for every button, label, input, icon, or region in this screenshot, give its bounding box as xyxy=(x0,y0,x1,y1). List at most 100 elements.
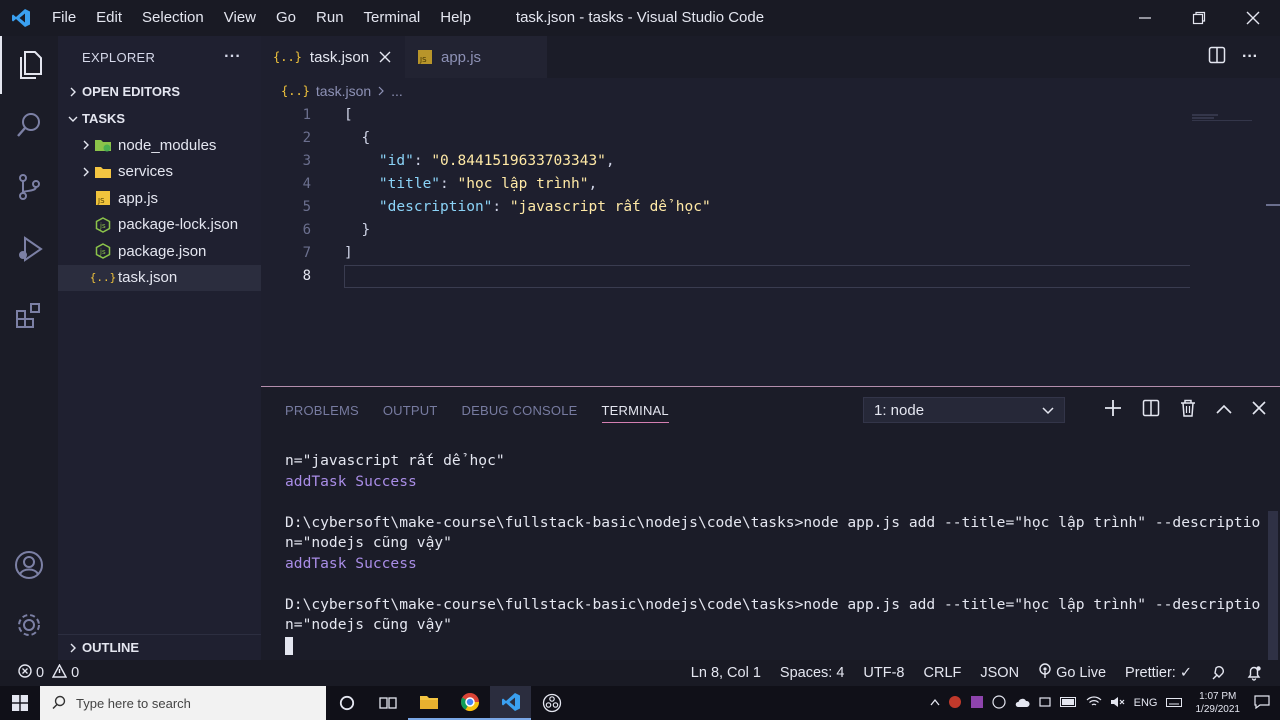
obs-icon[interactable] xyxy=(531,686,572,720)
explorer-files-icon[interactable] xyxy=(0,36,58,94)
menu-view[interactable]: View xyxy=(214,0,266,36)
terminal-select-value: 1: node xyxy=(874,401,925,419)
tray-app-icon[interactable] xyxy=(970,695,984,712)
tree-item-label: task.json xyxy=(118,269,178,287)
indentation[interactable]: Spaces: 4 xyxy=(780,665,845,681)
tab-output[interactable]: OUTPUT xyxy=(383,387,438,433)
tab-problems[interactable]: PROBLEMS xyxy=(285,387,359,433)
wifi-icon[interactable] xyxy=(1086,695,1102,711)
split-terminal-icon[interactable] xyxy=(1142,399,1160,422)
close-window-button[interactable] xyxy=(1226,0,1280,36)
json-string: "javascript rất dể học" xyxy=(509,199,711,215)
tasks-folder-section[interactable]: TASKS xyxy=(58,105,261,132)
chevron-up-icon[interactable] xyxy=(930,697,940,709)
tab-task-json[interactable]: {..} task.json xyxy=(261,36,405,78)
feedback-icon[interactable] xyxy=(1211,665,1227,681)
code-token: } xyxy=(344,222,371,238)
outline-section[interactable]: OUTLINE xyxy=(58,634,261,660)
terminal-scrollbar[interactable] xyxy=(1268,511,1278,661)
tab-debug-console[interactable]: DEBUG CONSOLE xyxy=(462,387,578,433)
svg-text:JS: JS xyxy=(97,197,105,205)
volume-muted-icon[interactable] xyxy=(1110,696,1126,711)
code-token: { xyxy=(344,130,371,146)
restore-button[interactable] xyxy=(1172,0,1226,36)
cloud-icon[interactable] xyxy=(1014,696,1030,711)
taskbar-search[interactable]: Type here to search xyxy=(40,686,326,720)
tree-item-package-lock[interactable]: js package-lock.json xyxy=(58,212,261,239)
svg-text:js: js xyxy=(99,222,106,230)
tray-app-icon[interactable] xyxy=(948,695,962,712)
vscode-logo-icon[interactable] xyxy=(0,0,42,36)
system-clock[interactable]: 1:07 PM 1/29/2021 xyxy=(1190,690,1247,716)
json-key: "title" xyxy=(378,176,441,192)
terminal-output[interactable]: n="javascript rất dể học" addTask Succes… xyxy=(285,451,1260,656)
split-editor-icon[interactable] xyxy=(1208,46,1226,69)
go-live-button[interactable]: Go Live xyxy=(1038,663,1106,683)
tab-terminal[interactable]: TERMINAL xyxy=(601,387,670,433)
battery-icon[interactable] xyxy=(1059,696,1078,710)
chrome-icon[interactable] xyxy=(449,686,490,720)
new-terminal-plus-icon[interactable] xyxy=(1104,399,1122,422)
more-actions-icon[interactable]: ··· xyxy=(1242,48,1258,66)
language-mode[interactable]: JSON xyxy=(980,665,1019,681)
run-debug-icon[interactable] xyxy=(0,220,58,278)
chevron-right-icon xyxy=(64,87,82,97)
menu-terminal[interactable]: Terminal xyxy=(354,0,431,36)
menu-selection[interactable]: Selection xyxy=(132,0,214,36)
search-icon[interactable] xyxy=(0,96,58,154)
tab-app-js[interactable]: JS app.js xyxy=(405,36,548,78)
input-language[interactable]: ENG xyxy=(1134,697,1158,709)
breadcrumb-file[interactable]: task.json xyxy=(316,83,371,99)
settings-gear-icon[interactable] xyxy=(0,596,58,654)
minimap[interactable] xyxy=(1192,108,1252,121)
tree-item-app-js[interactable]: JS app.js xyxy=(58,185,261,212)
source-control-icon[interactable] xyxy=(0,158,58,216)
cortana-icon[interactable] xyxy=(326,686,367,720)
vscode-taskbar-icon[interactable] xyxy=(490,686,531,720)
keyboard-icon[interactable] xyxy=(1165,696,1182,711)
minimize-button[interactable] xyxy=(1118,0,1172,36)
action-center-icon[interactable] xyxy=(1254,694,1270,712)
prettier-status[interactable]: Prettier: ✓ xyxy=(1125,665,1192,681)
tree-item-services[interactable]: services xyxy=(58,159,261,186)
end-of-line[interactable]: CRLF xyxy=(924,665,962,681)
menu-go[interactable]: Go xyxy=(266,0,306,36)
file-explorer-icon[interactable] xyxy=(408,686,449,720)
tree-item-node-modules[interactable]: node_modules xyxy=(58,132,261,159)
task-view-icon[interactable] xyxy=(367,686,408,720)
breadcrumb-more[interactable]: ... xyxy=(391,83,403,99)
activity-bar xyxy=(0,36,58,660)
search-icon xyxy=(52,695,66,712)
tree-item-package-json[interactable]: js package.json xyxy=(58,238,261,265)
notifications-bell-icon[interactable] xyxy=(1246,665,1262,681)
tray-app-icon[interactable] xyxy=(992,694,1006,712)
chevron-up-icon[interactable] xyxy=(1216,401,1232,419)
encoding[interactable]: UTF-8 xyxy=(863,665,904,681)
problems-status[interactable]: 0 0 xyxy=(0,663,79,682)
close-panel-icon[interactable] xyxy=(1252,400,1266,420)
close-icon[interactable] xyxy=(379,51,391,63)
menu-help[interactable]: Help xyxy=(430,0,481,36)
outline-label: OUTLINE xyxy=(82,640,140,655)
tray-app-icon[interactable] xyxy=(1038,695,1052,712)
tree-item-task-json[interactable]: {..} task.json xyxy=(58,264,261,291)
trash-icon[interactable] xyxy=(1180,399,1196,422)
code-line: } xyxy=(344,219,1190,242)
chevron-right-icon xyxy=(64,643,82,653)
cursor-position[interactable]: Ln 8, Col 1 xyxy=(691,665,761,681)
menu-edit[interactable]: Edit xyxy=(86,0,132,36)
more-actions-button[interactable]: ··· xyxy=(224,48,241,66)
windows-start-icon[interactable] xyxy=(0,686,40,720)
menu-run[interactable]: Run xyxy=(306,0,354,36)
open-editors-section[interactable]: OPEN EDITORS xyxy=(58,78,261,105)
terminal-prompt-line xyxy=(285,636,1260,657)
terminal-select[interactable]: 1: node xyxy=(863,397,1065,423)
extensions-icon[interactable] xyxy=(0,286,58,344)
clock-time: 1:07 PM xyxy=(1199,691,1237,702)
code-editor[interactable]: 1 2 3 4 5 6 7 8 [ { "id": "0.84415196337… xyxy=(261,104,1280,386)
menu-file[interactable]: File xyxy=(42,0,86,36)
account-icon[interactable] xyxy=(0,536,58,594)
line-number: 7 xyxy=(302,245,311,261)
terminal-cursor xyxy=(285,636,293,655)
